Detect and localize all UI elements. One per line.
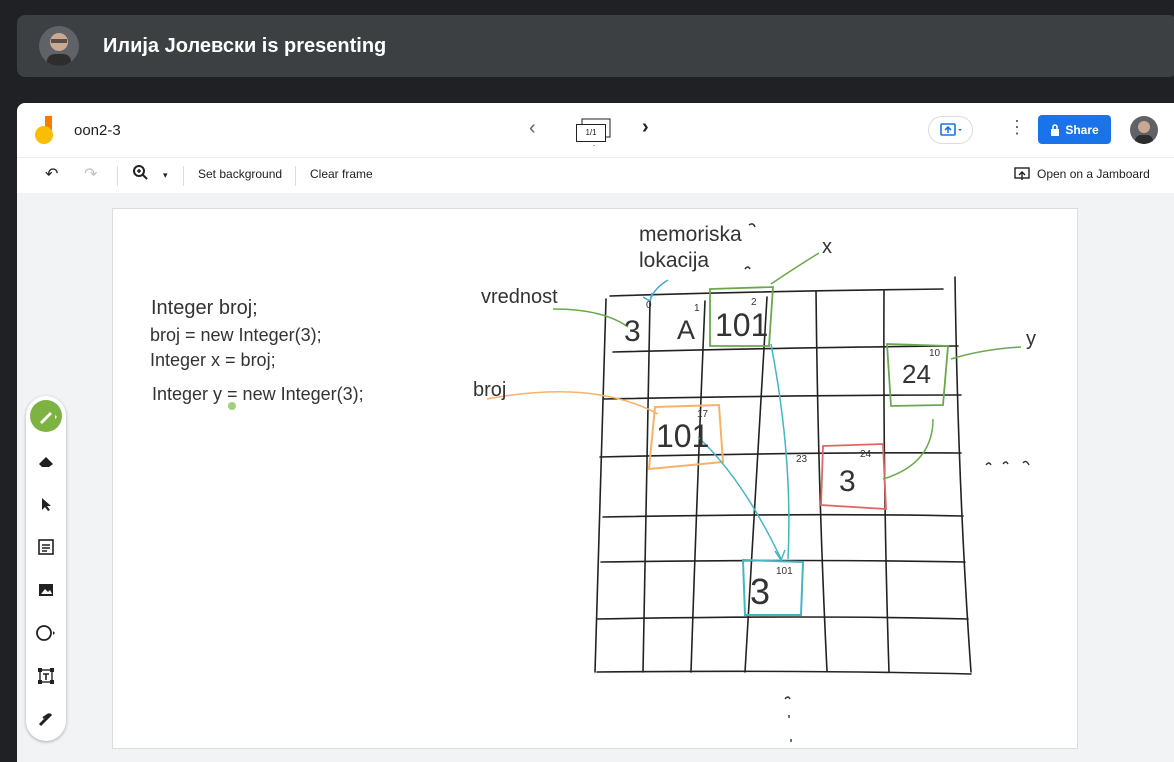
open-on-jamboard-button[interactable]: Open on a Jamboard [1037, 167, 1150, 181]
whiteboard-frame[interactable]: Integer broj; broj = new Integer(3); Int… [112, 208, 1078, 749]
eraser-icon[interactable] [26, 446, 66, 476]
label-vrednost: vrednost [481, 286, 558, 308]
more-options-icon[interactable]: ⋮ [1008, 117, 1026, 138]
cell-index: 2 [751, 297, 757, 308]
cell-index: 10 [929, 348, 941, 359]
clear-frame-button[interactable]: Clear frame [310, 167, 373, 181]
open-jamboard-icon [1014, 166, 1030, 187]
zoom-icon[interactable] [132, 164, 150, 187]
cell-value: A [677, 315, 696, 345]
cell-value: 3 [750, 571, 771, 612]
label-broj: broj [473, 379, 507, 401]
cell-index: 24 [860, 449, 872, 460]
frame-bar-toggle[interactable]: 1/1 [573, 116, 613, 146]
pen-tool[interactable] [26, 400, 66, 432]
text-box-icon[interactable] [26, 661, 66, 691]
presenter-name: Илија Јолевски is presenting [103, 34, 387, 57]
circle-shape-icon[interactable] [26, 618, 66, 648]
cell-value: 101 [656, 418, 710, 454]
drawing-tools-panel [26, 396, 66, 741]
cell-index: 0 [646, 300, 652, 311]
frame-counter: 1/1 [576, 124, 606, 142]
toolbar-divider [117, 166, 118, 186]
share-label: Share [1065, 122, 1099, 137]
jamboard-app: oon2-3 ‹ 1/1 › ⋮ Share ↶ ↷ ▾ Set backgro… [17, 103, 1174, 762]
label-lokacija: lokacija [639, 249, 710, 272]
label-x: x [822, 236, 832, 258]
pen-icon [30, 400, 62, 432]
image-icon[interactable] [26, 575, 66, 605]
canvas-area: Integer broj; broj = new Integer(3); Int… [17, 193, 1174, 762]
top-bar: oon2-3 ‹ 1/1 › ⋮ Share [17, 103, 1174, 157]
laser-icon[interactable] [26, 704, 66, 734]
sticky-note-icon[interactable] [26, 532, 66, 562]
cell-value: 101 [715, 307, 769, 343]
redo-icon[interactable]: ↷ [84, 164, 97, 184]
cell-index: 1 [694, 303, 700, 314]
present-icon [939, 123, 962, 136]
cell-index: 23 [796, 454, 808, 465]
lock-icon [1051, 123, 1060, 136]
share-button[interactable]: Share [1038, 115, 1111, 144]
edit-toolbar: ↶ ↷ ▾ Set background Clear frame Open on… [17, 157, 1174, 193]
previous-frame-button[interactable]: ‹ [529, 117, 536, 140]
jamboard-logo[interactable] [34, 116, 56, 146]
cell-value: 24 [902, 359, 931, 389]
zoom-dropdown-icon[interactable]: ▾ [163, 170, 168, 181]
undo-icon[interactable]: ↶ [45, 164, 58, 184]
memory-grid-drawing [228, 223, 1030, 742]
user-avatar[interactable] [1130, 116, 1158, 144]
cell-value: 3 [839, 465, 856, 498]
cell-value: 3 [624, 315, 641, 348]
cell-index: 101 [776, 566, 793, 577]
cell-index: 17 [697, 409, 709, 420]
select-arrow-icon[interactable] [26, 489, 66, 519]
toolbar-divider [295, 166, 296, 186]
presenter-bar: Илија Јолевски is presenting [17, 15, 1174, 77]
present-button[interactable] [928, 116, 973, 144]
toolbar-divider [183, 166, 184, 186]
next-frame-button[interactable]: › [642, 116, 649, 139]
presenter-avatar [39, 26, 79, 66]
label-y: y [1026, 328, 1036, 350]
document-title[interactable]: oon2-3 [74, 122, 121, 139]
label-memoriska: memoriska [639, 223, 742, 246]
set-background-button[interactable]: Set background [198, 167, 282, 181]
